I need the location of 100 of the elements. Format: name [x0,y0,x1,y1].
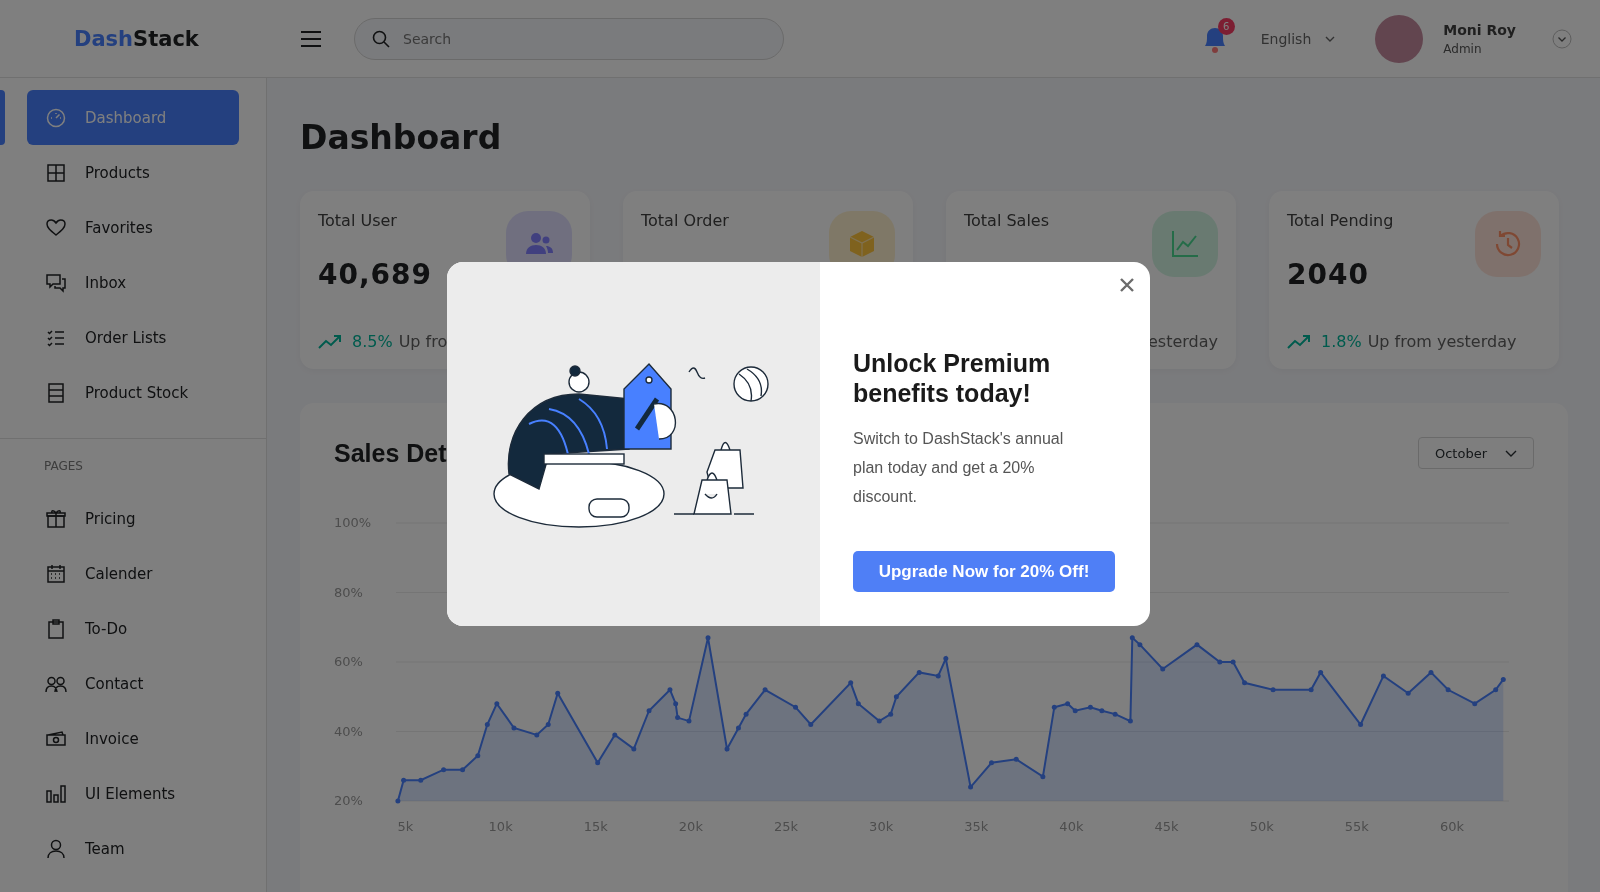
gauge-icon [45,106,67,129]
data-point [1137,642,1143,648]
clipboard-icon [45,617,67,640]
data-point [675,715,681,721]
data-point [667,687,673,693]
data-point [848,680,854,686]
sidebar-item[interactable]: Order Lists [27,310,239,365]
trend-text: 8.5% Up fro [352,332,448,351]
data-point [705,635,711,641]
data-point [1194,642,1200,648]
stat-title: Total Sales [964,211,1050,230]
data-point [418,777,424,783]
stat-value: 2040 [1287,258,1370,291]
data-point [793,704,799,710]
data-point [893,694,899,700]
gift-icon [45,507,67,530]
data-point [631,746,637,752]
data-point [735,725,741,731]
sidebar-item[interactable]: Team [27,821,239,876]
stat-title: Total User [318,211,398,230]
user-name: Moni Roy [1443,21,1516,38]
active-indicator [0,90,5,145]
data-point [494,701,500,707]
data-point [395,798,401,804]
data-point [612,732,618,738]
grid-icon [45,161,67,184]
calendar-icon [45,562,67,585]
upgrade-button[interactable]: Upgrade Now for 20% Off! [853,551,1115,592]
data-point [595,760,601,766]
data-point [555,690,561,696]
data-point [1099,708,1105,714]
page-title: Dashboard [300,118,503,157]
chevron-down-icon [1505,449,1517,457]
data-point [673,701,679,707]
data-point [1129,635,1135,641]
data-point [1308,687,1314,693]
trend-text: esterday [1147,332,1218,351]
data-point [762,687,768,693]
stack-icon [45,381,67,404]
data-point [1160,666,1166,672]
stat-value: 40,689 [318,258,433,291]
data-point [968,784,974,790]
data-point [1428,669,1434,675]
data-point [1445,687,1451,693]
data-point [855,701,861,707]
heart-icon [45,216,67,239]
data-point [1405,690,1411,696]
notification-badge: 6 [1217,17,1235,35]
sidebar-item[interactable]: Inbox [27,255,239,310]
data-point [1040,774,1046,780]
data-point [1217,659,1223,665]
data-point [1013,756,1019,762]
sidebar-item[interactable]: Dashboard [27,90,239,145]
sidebar-item[interactable]: Product Stock [27,365,239,420]
modal-text: Switch to DashStack's annual plan today and get a 20% discount. [853,429,1065,507]
close-button[interactable] [1118,276,1136,294]
close-icon [1120,278,1134,292]
data-point [989,760,994,766]
menu-icon[interactable] [300,29,322,48]
data-point [646,708,652,714]
data-point [1493,687,1499,693]
data-point [935,673,941,679]
chevron-down-icon [1325,35,1336,42]
data-point [876,718,882,724]
sidebar-item[interactable]: Invoice [27,711,239,766]
data-point [888,711,894,717]
month-dropdown[interactable]: October [1418,437,1534,469]
data-point [686,718,692,724]
sidebar-item[interactable]: Favorites [27,200,239,255]
data-point [1380,673,1386,679]
person-icon [45,837,67,860]
data-point [808,722,814,728]
chevron-down-icon[interactable] [1552,28,1572,49]
search-field[interactable]: Search [354,17,784,60]
logo-text: DashStack [74,26,200,51]
data-point [1270,687,1276,693]
data-point [916,669,922,675]
language-dropdown[interactable]: English [1254,29,1342,48]
sidebar-item[interactable]: To-Do [27,601,239,656]
sidebar-item[interactable]: Calender [27,546,239,601]
data-point [1472,701,1478,707]
sidebar-item[interactable]: Contact [27,656,239,711]
data-point [441,767,447,773]
data-point [511,725,517,731]
data-point [484,722,490,728]
sidebar-item[interactable]: UI Elements [27,766,239,821]
data-point [1318,669,1324,675]
trend-text: 1.8% Up from yesterday [1321,332,1517,351]
data-point [1230,659,1236,665]
sidebar-item[interactable]: Pricing [27,491,239,546]
data-point [1127,718,1133,724]
data-point [534,732,540,738]
data-point [1242,680,1248,686]
section-title: Sales Det [334,438,447,468]
trend-up-icon [1287,334,1311,349]
data-point [743,711,749,717]
data-point [943,656,949,662]
sidebar-item[interactable]: Products [27,145,239,200]
data-point [401,777,407,783]
chat-icon [45,271,67,294]
